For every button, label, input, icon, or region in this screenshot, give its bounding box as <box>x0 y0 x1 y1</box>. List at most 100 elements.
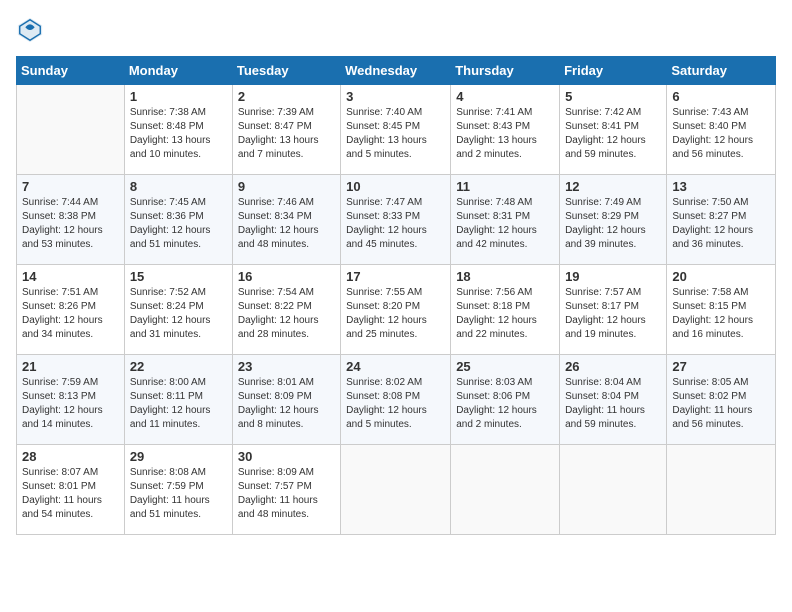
calendar-week-row: 28 Sunrise: 8:07 AM Sunset: 8:01 PM Dayli… <box>17 445 776 535</box>
calendar-cell: 1 Sunrise: 7:38 AM Sunset: 8:48 PM Daylig… <box>124 85 232 175</box>
logo <box>16 16 48 44</box>
day-info: Sunrise: 7:43 AM Sunset: 8:40 PM Dayligh… <box>672 106 770 162</box>
day-number: 7 <box>22 179 119 194</box>
day-info: Sunrise: 7:39 AM Sunset: 8:47 PM Dayligh… <box>238 106 335 162</box>
day-info: Sunrise: 8:07 AM Sunset: 8:01 PM Dayligh… <box>22 466 119 522</box>
calendar-cell: 12 Sunrise: 7:49 AM Sunset: 8:29 PM Dayli… <box>560 175 667 265</box>
calendar-cell: 14Sunrise: 7:51 AM Sunset: 8:26 PM Dayli… <box>17 265 125 355</box>
calendar-cell: 13 Sunrise: 7:50 AM Sunset: 8:27 PM Dayli… <box>667 175 776 265</box>
day-info: Sunrise: 7:42 AM Sunset: 8:41 PM Dayligh… <box>565 106 661 162</box>
day-number: 27 <box>672 359 770 374</box>
day-info: Sunrise: 7:47 AM Sunset: 8:33 PM Dayligh… <box>346 196 445 252</box>
calendar-cell: 3 Sunrise: 7:40 AM Sunset: 8:45 PM Daylig… <box>341 85 451 175</box>
day-info: Sunrise: 8:00 AM Sunset: 8:11 PM Dayligh… <box>130 376 227 432</box>
day-info: Sunrise: 7:57 AM Sunset: 8:17 PM Dayligh… <box>565 286 661 342</box>
day-info: Sunrise: 7:50 AM Sunset: 8:27 PM Dayligh… <box>672 196 770 252</box>
calendar-cell: 9 Sunrise: 7:46 AM Sunset: 8:34 PM Daylig… <box>232 175 340 265</box>
day-info: Sunrise: 7:48 AM Sunset: 8:31 PM Dayligh… <box>456 196 554 252</box>
day-number: 24 <box>346 359 445 374</box>
calendar-cell: 19 Sunrise: 7:57 AM Sunset: 8:17 PM Dayli… <box>560 265 667 355</box>
calendar-cell: 16 Sunrise: 7:54 AM Sunset: 8:22 PM Dayli… <box>232 265 340 355</box>
day-info: Sunrise: 8:02 AM Sunset: 8:08 PM Dayligh… <box>346 376 445 432</box>
day-info: Sunrise: 8:01 AM Sunset: 8:09 PM Dayligh… <box>238 376 335 432</box>
calendar-cell: 4 Sunrise: 7:41 AM Sunset: 8:43 PM Daylig… <box>451 85 560 175</box>
day-info: Sunrise: 8:05 AM Sunset: 8:02 PM Dayligh… <box>672 376 770 432</box>
day-info: Sunrise: 7:41 AM Sunset: 8:43 PM Dayligh… <box>456 106 554 162</box>
day-number: 26 <box>565 359 661 374</box>
weekday-header: Tuesday <box>232 57 340 85</box>
day-info: Sunrise: 7:45 AM Sunset: 8:36 PM Dayligh… <box>130 196 227 252</box>
day-number: 5 <box>565 89 661 104</box>
day-info: Sunrise: 8:09 AM Sunset: 7:57 PM Dayligh… <box>238 466 335 522</box>
day-info: Sunrise: 8:08 AM Sunset: 7:59 PM Dayligh… <box>130 466 227 522</box>
day-info: Sunrise: 7:46 AM Sunset: 8:34 PM Dayligh… <box>238 196 335 252</box>
weekday-header: Saturday <box>667 57 776 85</box>
day-info: Sunrise: 7:55 AM Sunset: 8:20 PM Dayligh… <box>346 286 445 342</box>
calendar-cell <box>341 445 451 535</box>
day-info: Sunrise: 7:38 AM Sunset: 8:48 PM Dayligh… <box>130 106 227 162</box>
weekday-header: Monday <box>124 57 232 85</box>
weekday-header: Thursday <box>451 57 560 85</box>
day-info: Sunrise: 7:44 AM Sunset: 8:38 PM Dayligh… <box>22 196 119 252</box>
day-number: 16 <box>238 269 335 284</box>
calendar-cell: 28 Sunrise: 8:07 AM Sunset: 8:01 PM Dayli… <box>17 445 125 535</box>
day-info: Sunrise: 7:54 AM Sunset: 8:22 PM Dayligh… <box>238 286 335 342</box>
day-number: 25 <box>456 359 554 374</box>
day-number: 14 <box>22 269 119 284</box>
calendar-cell: 20Sunrise: 7:58 AM Sunset: 8:15 PM Dayli… <box>667 265 776 355</box>
calendar-cell: 15 Sunrise: 7:52 AM Sunset: 8:24 PM Dayli… <box>124 265 232 355</box>
calendar-cell <box>451 445 560 535</box>
calendar-cell: 25Sunrise: 8:03 AM Sunset: 8:06 PM Dayli… <box>451 355 560 445</box>
day-number: 3 <box>346 89 445 104</box>
day-number: 28 <box>22 449 119 464</box>
calendar-week-row: 1 Sunrise: 7:38 AM Sunset: 8:48 PM Daylig… <box>17 85 776 175</box>
day-number: 15 <box>130 269 227 284</box>
calendar-cell: 18 Sunrise: 7:56 AM Sunset: 8:18 PM Dayli… <box>451 265 560 355</box>
weekday-header: Friday <box>560 57 667 85</box>
calendar-cell: 10 Sunrise: 7:47 AM Sunset: 8:33 PM Dayli… <box>341 175 451 265</box>
day-number: 29 <box>130 449 227 464</box>
day-number: 23 <box>238 359 335 374</box>
day-number: 2 <box>238 89 335 104</box>
calendar-cell: 23 Sunrise: 8:01 AM Sunset: 8:09 PM Dayli… <box>232 355 340 445</box>
calendar-cell: 27 Sunrise: 8:05 AM Sunset: 8:02 PM Dayli… <box>667 355 776 445</box>
day-number: 18 <box>456 269 554 284</box>
calendar-cell: 8Sunrise: 7:45 AM Sunset: 8:36 PM Daylig… <box>124 175 232 265</box>
day-info: Sunrise: 7:56 AM Sunset: 8:18 PM Dayligh… <box>456 286 554 342</box>
calendar-cell: 6 Sunrise: 7:43 AM Sunset: 8:40 PM Daylig… <box>667 85 776 175</box>
calendar-cell: 2 Sunrise: 7:39 AM Sunset: 8:47 PM Daylig… <box>232 85 340 175</box>
day-info: Sunrise: 8:04 AM Sunset: 8:04 PM Dayligh… <box>565 376 661 432</box>
weekday-header: Wednesday <box>341 57 451 85</box>
day-number: 9 <box>238 179 335 194</box>
day-number: 12 <box>565 179 661 194</box>
weekday-header: Sunday <box>17 57 125 85</box>
calendar-week-row: 21Sunrise: 7:59 AM Sunset: 8:13 PM Dayli… <box>17 355 776 445</box>
day-number: 6 <box>672 89 770 104</box>
day-number: 13 <box>672 179 770 194</box>
calendar-cell: 26 Sunrise: 8:04 AM Sunset: 8:04 PM Dayli… <box>560 355 667 445</box>
calendar-week-row: 7 Sunrise: 7:44 AM Sunset: 8:38 PM Daylig… <box>17 175 776 265</box>
calendar-cell: 24 Sunrise: 8:02 AM Sunset: 8:08 PM Dayli… <box>341 355 451 445</box>
logo-icon <box>16 16 44 44</box>
day-number: 10 <box>346 179 445 194</box>
calendar-table: SundayMondayTuesdayWednesdayThursdayFrid… <box>16 56 776 535</box>
day-number: 19 <box>565 269 661 284</box>
calendar-cell <box>667 445 776 535</box>
calendar-cell: 7 Sunrise: 7:44 AM Sunset: 8:38 PM Daylig… <box>17 175 125 265</box>
day-info: Sunrise: 7:40 AM Sunset: 8:45 PM Dayligh… <box>346 106 445 162</box>
day-number: 22 <box>130 359 227 374</box>
day-number: 17 <box>346 269 445 284</box>
day-number: 20 <box>672 269 770 284</box>
day-info: Sunrise: 7:59 AM Sunset: 8:13 PM Dayligh… <box>22 376 119 432</box>
calendar-cell <box>560 445 667 535</box>
day-info: Sunrise: 7:49 AM Sunset: 8:29 PM Dayligh… <box>565 196 661 252</box>
calendar-cell: 22 Sunrise: 8:00 AM Sunset: 8:11 PM Dayli… <box>124 355 232 445</box>
calendar-cell: 30 Sunrise: 8:09 AM Sunset: 7:57 PM Dayli… <box>232 445 340 535</box>
day-number: 30 <box>238 449 335 464</box>
calendar-cell: 5 Sunrise: 7:42 AM Sunset: 8:41 PM Daylig… <box>560 85 667 175</box>
calendar-cell: 17 Sunrise: 7:55 AM Sunset: 8:20 PM Dayli… <box>341 265 451 355</box>
day-number: 1 <box>130 89 227 104</box>
day-number: 4 <box>456 89 554 104</box>
calendar-week-row: 14Sunrise: 7:51 AM Sunset: 8:26 PM Dayli… <box>17 265 776 355</box>
day-info: Sunrise: 7:52 AM Sunset: 8:24 PM Dayligh… <box>130 286 227 342</box>
